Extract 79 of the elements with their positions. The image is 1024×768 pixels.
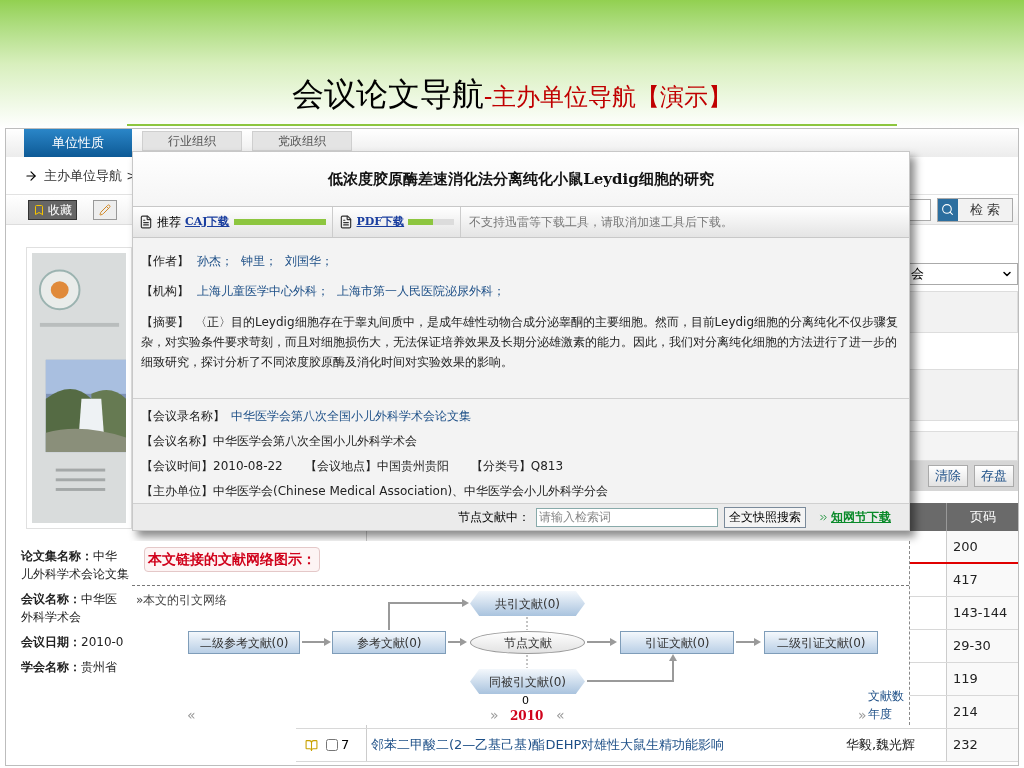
node-download-link[interactable]: 知网节下载: [818, 508, 891, 526]
tab[interactable]: 行业组织: [142, 131, 242, 151]
keyword-field[interactable]: 请输入检索词: [536, 507, 718, 527]
table-cell-text: 200: [953, 537, 978, 556]
field-value: Q813: [530, 457, 564, 475]
network-node[interactable]: 共引文献(0): [470, 591, 585, 616]
book-icon: [304, 738, 318, 752]
table-cell-text: 119: [953, 670, 978, 689]
download-notice: 不支持迅雷等下载工具，请取消加速工具后下载。: [468, 214, 734, 231]
network-node[interactable]: 二级参考文献(0): [188, 631, 300, 654]
network-subheading: »本文的引文网络: [136, 592, 228, 609]
document-icon: [139, 215, 153, 229]
field-label: 【会议地点】: [304, 457, 377, 475]
axis-label: 文献数: [868, 688, 904, 705]
field-value: 中华医学会(Chinese Medical Association)、中华医学会小儿外科学分会: [213, 482, 609, 500]
table-action-button[interactable]: 清除: [928, 465, 968, 487]
institution-link[interactable]: 上海儿童医学中心外科；: [197, 282, 329, 300]
search-button[interactable]: 检 索: [936, 197, 1013, 222]
article-title: 低浓度胶原酶差速消化法分离纯化小鼠Leydig细胞的研究: [328, 168, 714, 190]
network-node[interactable]: 参考文献(0): [332, 631, 446, 654]
bookmark-icon: [33, 203, 45, 216]
field-label: 【主办单位】: [141, 482, 213, 500]
bookmark-button[interactable]: 收藏: [28, 199, 77, 220]
connector-arrow: [735, 638, 761, 646]
field-value: 中国贵州贵阳: [376, 457, 449, 475]
axis-label: 年度: [868, 706, 892, 723]
year-value: 2010: [510, 708, 544, 725]
author-link[interactable]: 刘国华；: [285, 252, 333, 270]
article-link[interactable]: 邻苯二甲酸二(2—乙基己基)酯DEHP对雄性大鼠生精功能影响: [371, 735, 725, 755]
network-node[interactable]: 二级引证文献(0): [764, 631, 878, 654]
dotted-connector: [526, 616, 528, 631]
book-info-text: 会议日期：2010-0: [21, 634, 125, 651]
document-icon: [338, 215, 353, 229]
table-cell-text: 232: [953, 736, 978, 755]
table-cell-text: 29-30: [953, 637, 991, 656]
edit-button[interactable]: [93, 199, 117, 220]
field-label: 【分类号】: [470, 457, 531, 475]
connector-arrow: [586, 638, 617, 646]
author-link[interactable]: 钟里；: [241, 252, 277, 270]
field-label: 【会议时间】: [141, 457, 213, 475]
network-heading: 本文链接的文献网络图示：: [144, 547, 320, 572]
connector-arrow: [301, 638, 331, 646]
field-value: 中华医学会第八次全国小儿外科学术会: [213, 432, 417, 450]
row-checkbox[interactable]: [326, 739, 338, 751]
tab[interactable]: 单位性质: [24, 129, 132, 157]
network-node[interactable]: 同被引文献(0): [470, 669, 585, 694]
table-cell-text: 华毅,魏光辉: [846, 736, 916, 755]
search-icon: [941, 203, 955, 216]
abstract-text: 【摘要】 〈正〉目的Leydig细胞存在于睾丸间质中，是成年雄性动物合成分泌睾酮的主要细胞。然而，目前Leydig细胞的分离纯化不仅步骤复杂，对实验条件要求苛刻，而且对细胞损伤大，无法保证培养效果及长期分泌雄激素的能力。因此，我们对分离纯化细胞的方法进行了进一步的细致研究，探讨分析了不同浓度胶原酶及消化时间对实验效果的影响。: [141, 314, 900, 371]
book-info-text: 学会名称：贵州省: [21, 659, 118, 676]
book-info-text: 会议名称：中华医 外科学术会: [21, 591, 118, 626]
current-node[interactable]: 节点文献: [470, 631, 585, 654]
book-info-text: 论文集名称：中华 儿外科学术会论文集: [21, 548, 130, 583]
search-label: 节点文献中：: [458, 509, 530, 526]
field-label: 【作者】: [141, 253, 189, 270]
table-cell-text: 214: [953, 703, 978, 722]
field-value: 2010-08-22: [213, 457, 283, 475]
network-node[interactable]: 引证文献(0): [620, 631, 734, 654]
author-link[interactable]: 孙杰；: [197, 252, 233, 270]
slide-title: 会议论文导航-主办单位导航【演示】: [291, 74, 733, 115]
proceedings-link[interactable]: 中华医学会第八次全国小儿外科学术会论文集: [231, 406, 471, 425]
field-label: 【机构】: [141, 283, 189, 300]
table-cell-text: 417: [953, 571, 978, 590]
row-number: 7: [341, 736, 350, 755]
download-meter: [408, 219, 455, 225]
download-link[interactable]: CAJ下载: [185, 213, 230, 231]
pencil-icon: [99, 203, 111, 216]
institution-link[interactable]: 上海市第一人民医院泌尿外科；: [337, 282, 505, 300]
snapshot-search-button[interactable]: 全文快照搜索: [724, 506, 806, 528]
download-link[interactable]: PDF下载: [356, 213, 405, 231]
table-cell-text: 143-144: [953, 604, 1008, 623]
count-value: 0: [522, 693, 529, 709]
field-label: 【会议名称】: [141, 432, 213, 450]
connector-arrow: [447, 638, 467, 646]
table-action-button[interactable]: 存盘: [974, 465, 1014, 487]
tab[interactable]: 党政组织: [252, 131, 352, 151]
dotted-connector: [526, 654, 528, 669]
field-label: 【会议录名称】: [141, 407, 225, 425]
recommend-label: 推荐: [157, 214, 181, 231]
